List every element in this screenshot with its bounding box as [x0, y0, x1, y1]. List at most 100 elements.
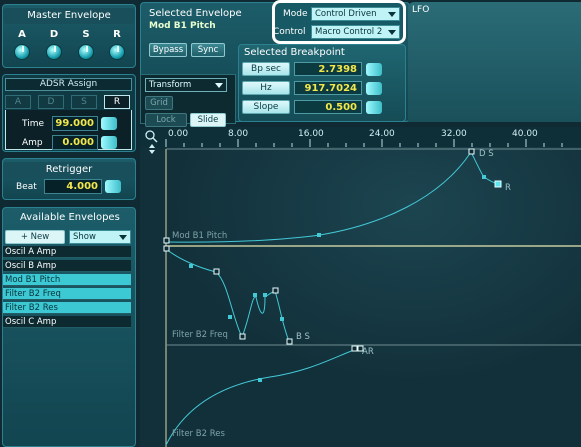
- tab-s[interactable]: S: [71, 95, 97, 109]
- show-dropdown-label: Show: [73, 232, 96, 242]
- selected-envelope-title: Selected Envelope: [149, 8, 242, 19]
- sustain-knob[interactable]: [78, 44, 94, 60]
- slope-handle[interactable]: [228, 315, 232, 319]
- envelope-list-item[interactable]: Oscil A Amp: [3, 246, 131, 258]
- amp-value[interactable]: 0.000: [52, 135, 98, 150]
- bypass-button[interactable]: Bypass: [149, 43, 187, 57]
- lfo-label[interactable]: LFO: [412, 5, 429, 15]
- breakpoint-param-spinner[interactable]: [366, 63, 382, 76]
- slope-handle[interactable]: [482, 175, 486, 179]
- decay-knob[interactable]: [46, 44, 62, 60]
- bp-tag-ds: D S: [479, 149, 494, 159]
- breakpoint[interactable]: [351, 345, 358, 352]
- envelope-list-item[interactable]: Filter B2 Res: [3, 302, 131, 314]
- envelope-editor[interactable]: 0.00 8.00 16.00 24.00 32.00 40.00 Mod B1…: [140, 127, 581, 447]
- breakpoint[interactable]: [272, 287, 279, 294]
- knob-decay-label: D: [49, 29, 59, 40]
- ruler-label: 0.00: [168, 129, 189, 139]
- breakpoint[interactable]: [163, 245, 170, 252]
- master-envelope-panel: Master Envelope A D S R: [2, 4, 136, 68]
- chevron-down-icon: [215, 83, 223, 88]
- breakpoint-param-value[interactable]: 2.7398: [294, 62, 362, 76]
- control-label: Control: [273, 27, 306, 37]
- slope-handle[interactable]: [317, 233, 321, 237]
- slope-handle[interactable]: [263, 293, 267, 297]
- envelope-list-item[interactable]: Oscil C Amp: [3, 316, 131, 328]
- attack-knob[interactable]: [14, 44, 30, 60]
- mode-label: Mode: [283, 9, 308, 19]
- master-envelope-title: Master Envelope: [3, 8, 135, 24]
- time-value[interactable]: 99.000: [52, 116, 98, 131]
- beat-value[interactable]: 4.000: [44, 179, 102, 194]
- show-dropdown[interactable]: Show: [69, 230, 131, 244]
- control-dropdown-value: Macro Control 2: [315, 27, 383, 37]
- envelope-list-item[interactable]: Mod B1 Pitch: [3, 274, 131, 286]
- envelope-list-item[interactable]: Oscil B Amp: [3, 260, 131, 272]
- grid-button[interactable]: Grid: [145, 96, 173, 110]
- chevron-down-icon: [119, 235, 127, 240]
- slope-handle[interactable]: [189, 264, 193, 268]
- knob-sustain[interactable]: S: [73, 29, 99, 60]
- time-label: Time: [22, 119, 45, 129]
- new-envelope-button[interactable]: + New: [5, 230, 65, 244]
- slide-button[interactable]: Slide: [190, 113, 226, 127]
- mode-dropdown-value: Control Driven: [315, 9, 377, 19]
- slope-handle[interactable]: [280, 317, 284, 321]
- transform-dropdown[interactable]: Transform: [145, 78, 227, 92]
- beat-spinner[interactable]: [105, 180, 121, 193]
- sync-button[interactable]: Sync: [191, 43, 225, 57]
- breakpoint-param-label[interactable]: Slope: [242, 100, 290, 114]
- breakpoint[interactable]: [213, 268, 220, 275]
- ruler-label: 8.00: [228, 129, 249, 139]
- control-dropdown[interactable]: Macro Control 2: [311, 25, 400, 39]
- breakpoint-param-label[interactable]: Hz: [242, 81, 290, 95]
- envelope-editor-canvas[interactable]: [140, 127, 581, 447]
- ruler-label: 16.00: [298, 129, 324, 139]
- breakpoint-param-value[interactable]: 917.7024: [294, 81, 362, 95]
- knob-attack[interactable]: A: [9, 29, 35, 60]
- breakpoint[interactable]: [239, 333, 246, 340]
- lfo-panel: [408, 2, 581, 122]
- available-envelopes-title: Available Envelopes: [20, 212, 120, 223]
- ruler-label: 32.00: [441, 129, 467, 139]
- tab-r[interactable]: R: [104, 95, 130, 109]
- knob-sustain-label: S: [82, 29, 90, 40]
- adsr-assign-title: ADSR Assign: [5, 78, 132, 91]
- lane-name-filter-b2-res: Filter B2 Res: [172, 429, 225, 439]
- lane-name-mod-b1-pitch: Mod B1 Pitch: [172, 231, 228, 241]
- envelope-list-item[interactable]: Filter B2 Freq: [3, 288, 131, 300]
- retrigger-title: Retrigger: [3, 162, 135, 178]
- bp-tag-bs: B S: [296, 332, 310, 342]
- chevron-down-icon: [388, 12, 396, 17]
- bp-tag-ar: AR: [362, 347, 374, 357]
- breakpoint[interactable]: [286, 338, 293, 345]
- selected-envelope-name: Mod B1 Pitch: [149, 21, 216, 31]
- knob-release[interactable]: R: [104, 29, 130, 60]
- breakpoint[interactable]: [468, 148, 475, 155]
- mode-dropdown[interactable]: Control Driven: [311, 7, 400, 21]
- lane-name-filter-b2-freq: Filter B2 Freq: [172, 330, 228, 340]
- chevron-down-icon: [388, 30, 396, 35]
- knob-decay[interactable]: D: [41, 29, 67, 60]
- beat-label: Beat: [16, 182, 37, 192]
- knob-release-label: R: [113, 29, 121, 40]
- amp-spinner[interactable]: [101, 136, 117, 149]
- transform-label: Transform: [149, 80, 192, 90]
- time-spinner[interactable]: [101, 117, 117, 130]
- release-knob[interactable]: [109, 44, 125, 60]
- tab-a[interactable]: A: [5, 95, 31, 109]
- breakpoint-param-spinner[interactable]: [366, 101, 382, 114]
- slope-handle[interactable]: [253, 293, 257, 297]
- breakpoint-selected[interactable]: [494, 180, 502, 188]
- tab-d[interactable]: D: [38, 95, 64, 109]
- breakpoint-param-spinner[interactable]: [366, 82, 382, 95]
- ruler-label: 40.00: [512, 129, 538, 139]
- breakpoint-param-label[interactable]: Bp sec: [242, 62, 290, 76]
- lock-button[interactable]: Lock: [145, 113, 187, 127]
- slope-handle[interactable]: [258, 378, 262, 382]
- breakpoint[interactable]: [163, 237, 170, 244]
- amp-label: Amp: [22, 138, 43, 148]
- breakpoint-param-value[interactable]: 0.500: [294, 100, 362, 114]
- bp-tag-r: R: [505, 183, 511, 193]
- ruler-label: 24.00: [369, 129, 395, 139]
